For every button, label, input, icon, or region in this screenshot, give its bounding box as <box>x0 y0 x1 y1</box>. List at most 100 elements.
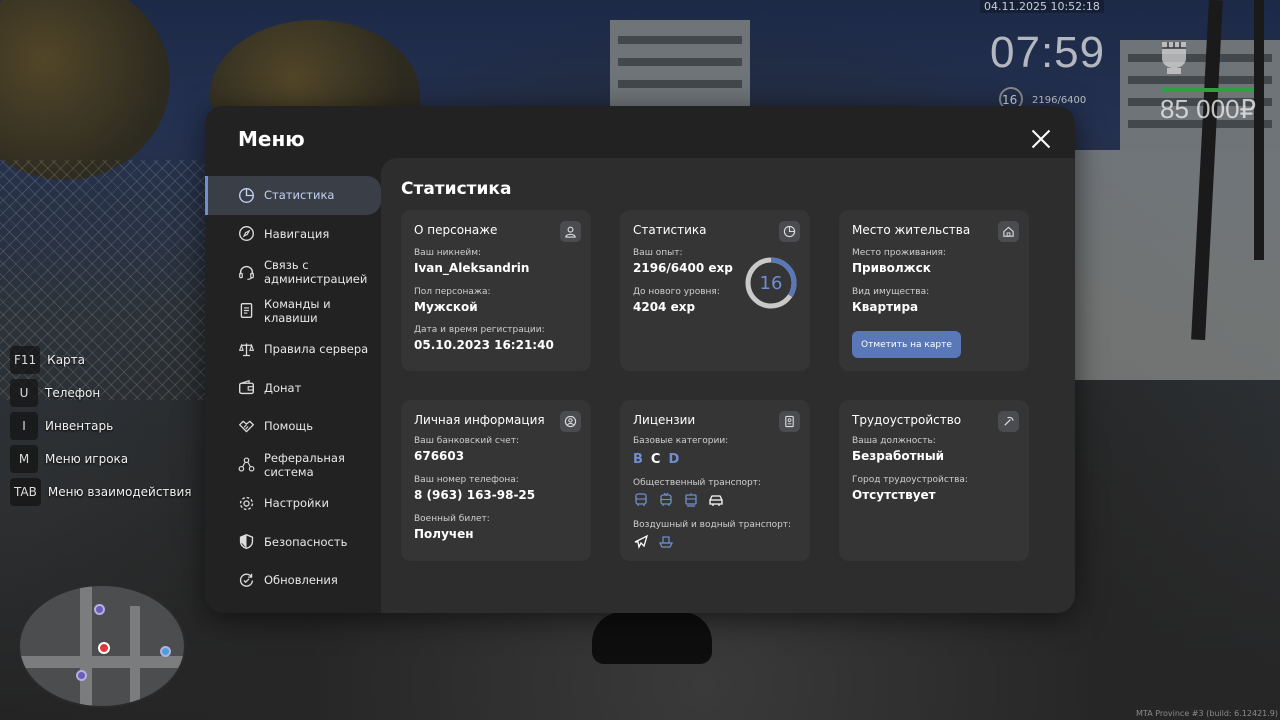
wall <box>1050 150 1280 380</box>
card-residence: Место жительства Место проживания: Приво… <box>839 210 1029 371</box>
keybind-label: Телефон <box>45 386 101 400</box>
health-bar <box>1162 88 1254 92</box>
license-category-b: B <box>633 452 643 467</box>
pickaxe-icon <box>998 411 1019 432</box>
nickname-value: Ivan_Aleksandrin <box>414 261 530 275</box>
sidebar-item-label: Безопасность <box>264 534 348 549</box>
sidebar-item-admin-contact[interactable]: Связь с администрацией <box>205 253 381 292</box>
keybind-interaction-menu: TAB Меню взаимодействия <box>10 477 192 507</box>
sidebar-item-label: Статистика <box>264 188 335 203</box>
fist-icon <box>1162 42 1186 74</box>
field-label: Военный билет: <box>414 514 490 524</box>
compass-icon <box>238 225 255 242</box>
field-label: Город трудоустройства: <box>852 475 968 485</box>
sidebar-item-label: Помощь <box>264 419 314 434</box>
minimap-road <box>80 586 92 706</box>
close-button[interactable] <box>1031 129 1051 149</box>
key-cap: TAB <box>10 478 41 506</box>
key-cap: U <box>10 379 38 407</box>
keybind-label: Меню взаимодействия <box>47 485 192 499</box>
content-panel: Статистика О персонаже Ваш никнейм: Ivan… <box>381 158 1075 613</box>
residence-value: Приволжск <box>852 261 931 275</box>
network-icon <box>238 456 255 473</box>
field-label: Общественный транспорт: <box>633 478 761 488</box>
refresh-check-icon <box>238 572 255 589</box>
handshake-icon <box>238 418 255 435</box>
field-label: До нового уровня: <box>633 287 720 297</box>
card-title: О персонаже <box>414 223 498 237</box>
bank-account-value: 676603 <box>414 449 465 463</box>
keybind-label: Меню игрока <box>45 452 129 466</box>
home-icon <box>998 221 1019 242</box>
minimap-road <box>20 656 184 668</box>
exp-value: 2196/6400 exp <box>633 261 733 275</box>
minimap-blip <box>94 604 105 615</box>
sidebar-item-label: Команды и клавиши <box>264 296 331 325</box>
field-label: Воздушный и водный транспорт: <box>633 520 792 530</box>
headset-icon <box>238 264 255 281</box>
minimap-blip <box>76 670 87 681</box>
sidebar-item-label: Донат <box>264 380 302 395</box>
key-cap: I <box>10 412 38 440</box>
page-title: Статистика <box>401 179 512 199</box>
boat-icon <box>658 533 674 549</box>
card-title: Статистика <box>633 223 707 237</box>
air-water-licenses <box>633 533 674 549</box>
field-label: Ваша должность: <box>852 436 936 446</box>
mark-on-map-button[interactable]: Отметить на карте <box>852 331 961 358</box>
user-icon <box>560 221 581 242</box>
field-label: Ваш банковский счет: <box>414 436 520 446</box>
build-watermark: MTA Province #3 (build: 6.12421.9) <box>1136 709 1278 718</box>
license-category-c: C <box>650 452 661 467</box>
hud-money: 85 000₽ <box>1160 94 1257 124</box>
sidebar-item-label: Правила сервера <box>264 342 369 357</box>
card-title: Место жительства <box>852 223 971 237</box>
field-label: Вид имущества: <box>852 287 930 297</box>
sidebar-item-statistics[interactable]: Статистика <box>205 176 381 215</box>
card-statistics: Статистика Ваш опыт: 2196/6400 exp До но… <box>620 210 810 371</box>
position-value: Безработный <box>852 449 945 463</box>
sidebar-item-help[interactable]: Помощь <box>205 407 381 446</box>
license-icon <box>779 411 800 432</box>
sidebar-item-label: Реферальная система <box>264 450 345 479</box>
level-value: 16 <box>759 272 783 294</box>
sidebar-item-commands[interactable]: Команды и клавиши <box>205 292 381 331</box>
key-cap: F11 <box>10 346 41 374</box>
sidebar-item-navigation[interactable]: Навигация <box>205 215 381 254</box>
sidebar-item-donate[interactable]: Донат <box>205 369 381 408</box>
field-label: Ваш номер телефона: <box>414 475 519 485</box>
card-title: Личная информация <box>414 413 545 427</box>
field-label: Дата и время регистрации: <box>414 325 545 335</box>
keybind-map: F11 Карта <box>10 345 192 375</box>
taxi-icon <box>708 492 724 508</box>
sidebar-item-label: Обновления <box>264 573 338 588</box>
card-employment: Трудоустройство Ваша должность: Безработ… <box>839 400 1029 561</box>
card-title: Трудоустройство <box>852 413 962 427</box>
sidebar-item-updates[interactable]: Обновления <box>205 561 381 600</box>
keybind-list: F11 Карта U Телефон I Инвентарь M Меню и… <box>10 345 192 510</box>
sidebar-item-referral[interactable]: Реферальная система <box>205 446 381 485</box>
gear-icon <box>238 495 255 512</box>
field-label: Место проживания: <box>852 248 946 258</box>
keybind-phone: U Телефон <box>10 378 192 408</box>
hud-datetime: 04.11.2025 10:52:18 <box>980 0 1104 13</box>
sidebar: Статистика Навигация Связь с администрац… <box>205 176 381 600</box>
sidebar-item-label: Навигация <box>264 226 330 241</box>
keybind-inventory: I Инвентарь <box>10 411 192 441</box>
property-type-value: Квартира <box>852 300 919 314</box>
next-level-value: 4204 exp <box>633 300 696 314</box>
shield-icon <box>238 533 255 550</box>
sidebar-item-label: Настройки <box>264 496 329 511</box>
sidebar-item-security[interactable]: Безопасность <box>205 523 381 562</box>
minimap-road <box>130 606 140 706</box>
sidebar-item-label: Связь с администрацией <box>264 258 368 287</box>
wallet-icon <box>238 379 255 396</box>
user-circle-icon <box>560 411 581 432</box>
license-category-d: D <box>668 452 680 467</box>
sidebar-item-settings[interactable]: Настройки <box>205 484 381 523</box>
keybind-label: Инвентарь <box>45 419 114 433</box>
phone-value: 8 (963) 163-98-25 <box>414 488 536 502</box>
tram-icon <box>683 492 699 508</box>
hud-clock: 07:59 <box>990 28 1106 77</box>
sidebar-item-rules[interactable]: Правила сервера <box>205 330 381 369</box>
